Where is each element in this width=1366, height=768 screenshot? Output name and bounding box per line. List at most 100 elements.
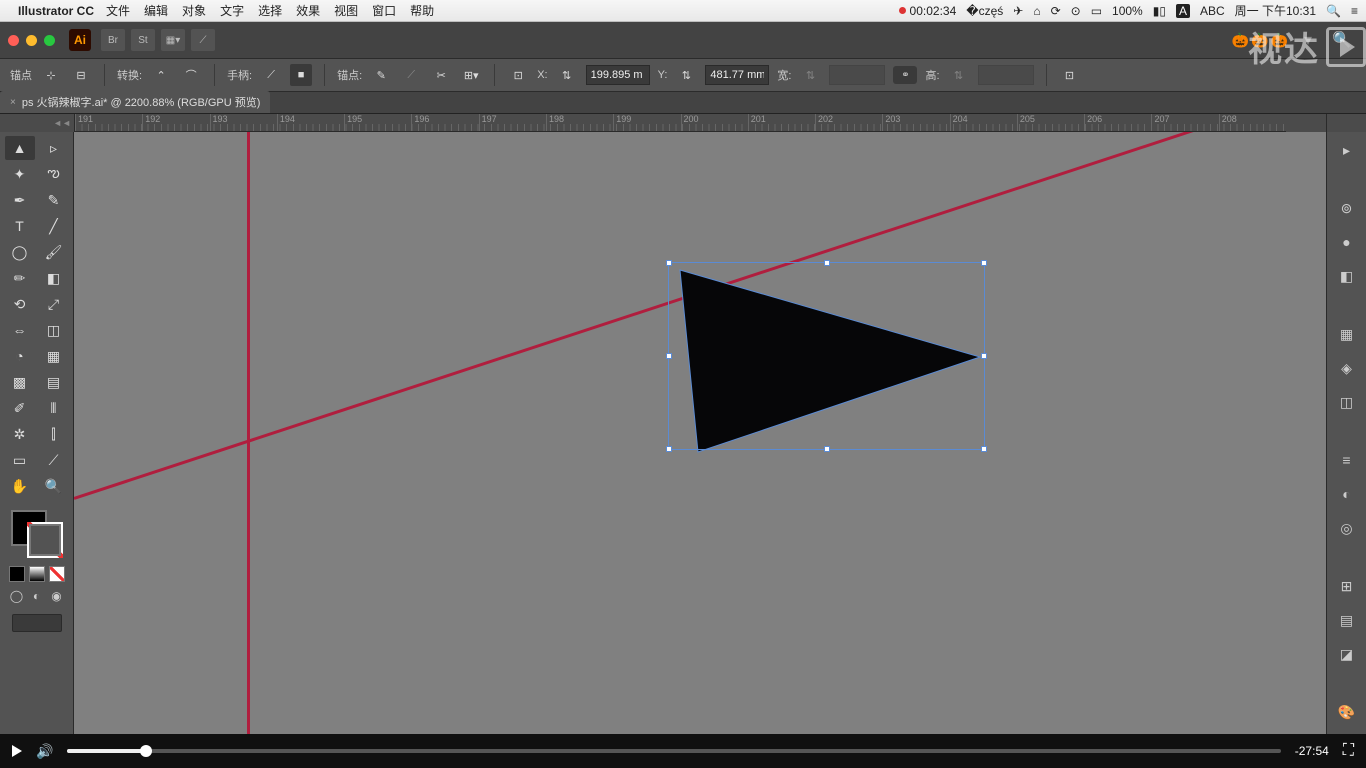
color-mode-solid[interactable] [9, 566, 25, 582]
rectangle-tool[interactable]: ◯ [5, 240, 35, 264]
symbol-sprayer-tool[interactable]: ✲ [5, 422, 35, 446]
progress-bar[interactable] [67, 749, 1280, 753]
h-input[interactable] [978, 65, 1034, 85]
gpu-button[interactable]: ⟋ [191, 29, 215, 51]
minimize-window-button[interactable] [26, 35, 37, 46]
arrange-button[interactable]: ▦▾ [161, 29, 185, 51]
cut-path-icon[interactable]: ✂ [430, 64, 452, 86]
artboard-tool[interactable]: ▭ [5, 448, 35, 472]
menu-object[interactable]: 对象 [182, 2, 206, 19]
menu-select[interactable]: 选择 [258, 2, 282, 19]
gradient-panel-icon[interactable]: ◐ [1335, 482, 1359, 506]
pathfinder-panel-icon[interactable]: ◪ [1335, 642, 1359, 666]
connect-anchor-icon[interactable]: ⟋ [400, 64, 422, 86]
wifi-icon[interactable]: ⊙ [1071, 4, 1081, 18]
convert-smooth-icon[interactable]: ⌒ [180, 64, 202, 86]
properties-panel-icon[interactable]: ▸ [1335, 138, 1359, 162]
horizontal-ruler[interactable]: 1911921931941951961971981992002012022032… [75, 114, 1286, 132]
y-input[interactable] [705, 65, 769, 85]
convert-corner-icon[interactable]: ⌃ [150, 64, 172, 86]
shape-builder-tool[interactable]: ◔ [5, 344, 35, 368]
curvature-tool[interactable]: ✎ [39, 188, 69, 212]
color-mode-gradient[interactable] [29, 566, 45, 582]
menu-window[interactable]: 窗口 [372, 2, 396, 19]
cc-libraries-icon[interactable]: ⊚ [1335, 196, 1359, 220]
eraser-tool[interactable]: ◧ [39, 266, 69, 290]
appearance-panel-icon[interactable]: 🎨 [1335, 700, 1359, 724]
menu-edit[interactable]: 编辑 [144, 2, 168, 19]
fullscreen-button[interactable]: ⛶ [1343, 742, 1354, 760]
menu-extra-icon[interactable]: ⌂ [1033, 4, 1040, 18]
handle-hide-icon[interactable]: ■ [290, 64, 312, 86]
graph-tool[interactable]: ⫿ [39, 422, 69, 446]
eyedropper-tool[interactable]: ✐ [5, 396, 35, 420]
screen-mode-button[interactable] [12, 614, 62, 632]
anchor-remove-icon[interactable]: ⊟ [70, 64, 92, 86]
handle-show-icon[interactable]: ⟋ [260, 64, 282, 86]
clock[interactable]: 周一 下午10:31 [1235, 2, 1316, 19]
gradient-tool[interactable]: ▤ [39, 370, 69, 394]
input-badge[interactable]: A [1176, 4, 1190, 18]
sync-icon[interactable]: ⟳ [1051, 4, 1061, 18]
color-panel-icon[interactable]: ● [1335, 230, 1359, 254]
spotlight-icon[interactable]: 🔍 [1326, 4, 1341, 18]
menu-type[interactable]: 文字 [220, 2, 244, 19]
send-icon[interactable]: ✈ [1013, 4, 1023, 18]
transparency-panel-icon[interactable]: ◎ [1335, 516, 1359, 540]
mesh-tool[interactable]: ▩ [5, 370, 35, 394]
paintbrush-tool[interactable]: 🖌 [39, 240, 69, 264]
zoom-window-button[interactable] [44, 35, 55, 46]
rotate-tool[interactable]: ⟲ [5, 292, 35, 316]
hand-tool[interactable]: ✋ [5, 474, 35, 498]
handle-sw[interactable] [666, 446, 672, 452]
perspective-tool[interactable]: ▦ [39, 344, 69, 368]
w-input[interactable] [829, 65, 885, 85]
draw-normal-icon[interactable]: ◯ [9, 588, 25, 604]
draw-inside-icon[interactable]: ◉ [49, 588, 65, 604]
pen-tool[interactable]: ✒ [5, 188, 35, 212]
app-name[interactable]: Illustrator CC [18, 4, 94, 18]
x-stepper[interactable]: ⇅ [556, 64, 578, 86]
shape-constrain-icon[interactable]: ⊡ [1059, 64, 1081, 86]
slice-tool[interactable]: ⟋ [39, 448, 69, 472]
canvas[interactable] [74, 132, 1326, 734]
stock-button[interactable]: St [131, 29, 155, 51]
vertical-guide[interactable] [247, 132, 250, 734]
swatches-panel-icon[interactable]: ▦ [1335, 322, 1359, 346]
workspace-chevron-icon[interactable]: ▾ [1304, 30, 1312, 50]
notification-icon[interactable]: ≡ [1351, 4, 1358, 18]
color-guide-icon[interactable]: ◧ [1335, 264, 1359, 288]
align-anchor-icon[interactable]: ⊞▾ [460, 64, 482, 86]
y-stepper[interactable]: ⇅ [675, 64, 697, 86]
fill-stroke-swatch[interactable] [9, 508, 65, 560]
volume-button[interactable]: 🔊 [36, 743, 53, 760]
handle-n[interactable] [824, 260, 830, 266]
isolate-icon[interactable]: ⊡ [507, 64, 529, 86]
scale-tool[interactable]: ⤢ [39, 292, 69, 316]
x-input[interactable] [586, 65, 650, 85]
status-icon[interactable]: �częś [966, 4, 1003, 18]
asset-export-icon[interactable]: ◫ [1335, 390, 1359, 414]
transform-panel-icon[interactable]: ▤ [1335, 608, 1359, 632]
menu-effect[interactable]: 效果 [296, 2, 320, 19]
h-stepper[interactable]: ⇅ [948, 64, 970, 86]
menu-view[interactable]: 视图 [334, 2, 358, 19]
handle-ne[interactable] [981, 260, 987, 266]
search-icon[interactable]: 🔍 [1332, 30, 1352, 50]
bridge-button[interactable]: Br [101, 29, 125, 51]
layers-panel-icon[interactable]: ◈ [1335, 356, 1359, 380]
handle-w[interactable] [666, 353, 672, 359]
stroke-swatch[interactable] [27, 522, 63, 558]
width-tool[interactable]: ⇔ [5, 318, 35, 342]
menu-help[interactable]: 帮助 [410, 2, 434, 19]
draw-behind-icon[interactable]: ◐ [29, 588, 45, 604]
handle-e[interactable] [981, 353, 987, 359]
close-tab-icon[interactable]: × [10, 97, 16, 108]
handle-se[interactable] [981, 446, 987, 452]
blend-tool[interactable]: ⫴ [39, 396, 69, 420]
direct-selection-tool[interactable]: ▹ [39, 136, 69, 160]
close-window-button[interactable] [8, 35, 19, 46]
type-tool[interactable]: T [5, 214, 35, 238]
input-label[interactable]: ABC [1200, 4, 1225, 18]
align-panel-icon[interactable]: ⊞ [1335, 574, 1359, 598]
